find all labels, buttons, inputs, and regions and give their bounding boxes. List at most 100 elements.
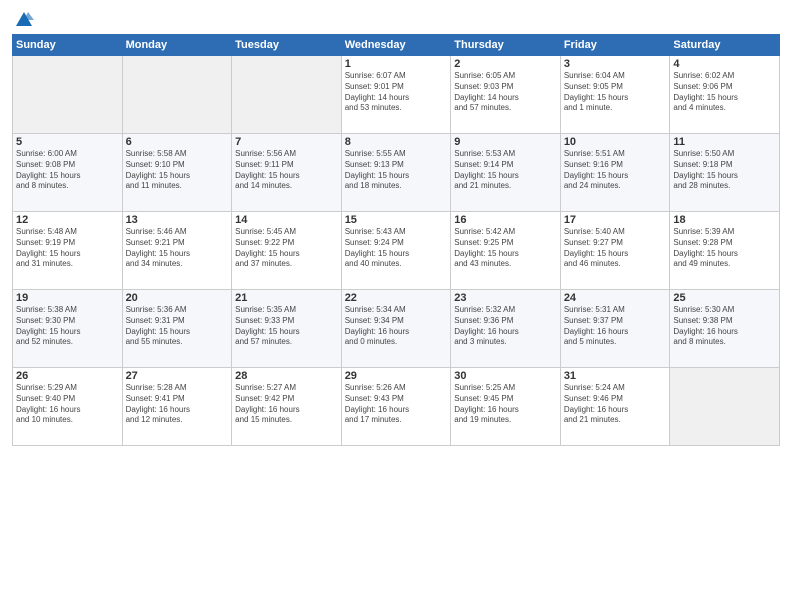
day-number: 15 xyxy=(345,214,448,226)
day-number: 26 xyxy=(16,370,119,382)
day-info: Sunrise: 5:51 AM Sunset: 9:16 PM Dayligh… xyxy=(564,149,667,192)
day-cell: 12Sunrise: 5:48 AM Sunset: 9:19 PM Dayli… xyxy=(13,212,123,290)
day-number: 5 xyxy=(16,136,119,148)
day-cell: 2Sunrise: 6:05 AM Sunset: 9:03 PM Daylig… xyxy=(451,56,561,134)
day-number: 8 xyxy=(345,136,448,148)
day-cell: 5Sunrise: 6:00 AM Sunset: 9:08 PM Daylig… xyxy=(13,134,123,212)
day-number: 29 xyxy=(345,370,448,382)
col-header-wednesday: Wednesday xyxy=(341,35,451,56)
day-number: 27 xyxy=(126,370,229,382)
day-cell: 7Sunrise: 5:56 AM Sunset: 9:11 PM Daylig… xyxy=(232,134,342,212)
day-cell: 18Sunrise: 5:39 AM Sunset: 9:28 PM Dayli… xyxy=(670,212,780,290)
day-number: 30 xyxy=(454,370,557,382)
day-info: Sunrise: 5:34 AM Sunset: 9:34 PM Dayligh… xyxy=(345,305,448,348)
day-cell xyxy=(122,56,232,134)
day-info: Sunrise: 5:29 AM Sunset: 9:40 PM Dayligh… xyxy=(16,383,119,426)
day-cell xyxy=(232,56,342,134)
day-info: Sunrise: 5:31 AM Sunset: 9:37 PM Dayligh… xyxy=(564,305,667,348)
day-info: Sunrise: 5:53 AM Sunset: 9:14 PM Dayligh… xyxy=(454,149,557,192)
col-header-tuesday: Tuesday xyxy=(232,35,342,56)
header-row: SundayMondayTuesdayWednesdayThursdayFrid… xyxy=(13,35,780,56)
day-number: 22 xyxy=(345,292,448,304)
logo-icon xyxy=(14,10,34,28)
day-info: Sunrise: 5:38 AM Sunset: 9:30 PM Dayligh… xyxy=(16,305,119,348)
day-cell: 16Sunrise: 5:42 AM Sunset: 9:25 PM Dayli… xyxy=(451,212,561,290)
day-info: Sunrise: 5:42 AM Sunset: 9:25 PM Dayligh… xyxy=(454,227,557,270)
day-cell: 9Sunrise: 5:53 AM Sunset: 9:14 PM Daylig… xyxy=(451,134,561,212)
week-row-5: 26Sunrise: 5:29 AM Sunset: 9:40 PM Dayli… xyxy=(13,368,780,446)
week-row-1: 1Sunrise: 6:07 AM Sunset: 9:01 PM Daylig… xyxy=(13,56,780,134)
day-number: 24 xyxy=(564,292,667,304)
day-number: 13 xyxy=(126,214,229,226)
day-number: 6 xyxy=(126,136,229,148)
day-cell: 20Sunrise: 5:36 AM Sunset: 9:31 PM Dayli… xyxy=(122,290,232,368)
day-number: 10 xyxy=(564,136,667,148)
day-number: 7 xyxy=(235,136,338,148)
page: SundayMondayTuesdayWednesdayThursdayFrid… xyxy=(0,0,792,612)
day-number: 3 xyxy=(564,58,667,70)
day-cell: 13Sunrise: 5:46 AM Sunset: 9:21 PM Dayli… xyxy=(122,212,232,290)
day-cell: 11Sunrise: 5:50 AM Sunset: 9:18 PM Dayli… xyxy=(670,134,780,212)
day-cell: 25Sunrise: 5:30 AM Sunset: 9:38 PM Dayli… xyxy=(670,290,780,368)
day-number: 1 xyxy=(345,58,448,70)
day-number: 21 xyxy=(235,292,338,304)
day-info: Sunrise: 5:43 AM Sunset: 9:24 PM Dayligh… xyxy=(345,227,448,270)
day-cell: 4Sunrise: 6:02 AM Sunset: 9:06 PM Daylig… xyxy=(670,56,780,134)
day-number: 19 xyxy=(16,292,119,304)
day-number: 14 xyxy=(235,214,338,226)
day-info: Sunrise: 5:26 AM Sunset: 9:43 PM Dayligh… xyxy=(345,383,448,426)
day-number: 17 xyxy=(564,214,667,226)
day-info: Sunrise: 5:58 AM Sunset: 9:10 PM Dayligh… xyxy=(126,149,229,192)
day-number: 12 xyxy=(16,214,119,226)
day-info: Sunrise: 5:24 AM Sunset: 9:46 PM Dayligh… xyxy=(564,383,667,426)
day-number: 23 xyxy=(454,292,557,304)
day-info: Sunrise: 5:25 AM Sunset: 9:45 PM Dayligh… xyxy=(454,383,557,426)
col-header-thursday: Thursday xyxy=(451,35,561,56)
day-number: 28 xyxy=(235,370,338,382)
week-row-4: 19Sunrise: 5:38 AM Sunset: 9:30 PM Dayli… xyxy=(13,290,780,368)
day-cell: 22Sunrise: 5:34 AM Sunset: 9:34 PM Dayli… xyxy=(341,290,451,368)
header xyxy=(12,10,780,28)
day-cell: 10Sunrise: 5:51 AM Sunset: 9:16 PM Dayli… xyxy=(560,134,670,212)
day-cell: 26Sunrise: 5:29 AM Sunset: 9:40 PM Dayli… xyxy=(13,368,123,446)
day-info: Sunrise: 5:40 AM Sunset: 9:27 PM Dayligh… xyxy=(564,227,667,270)
day-cell: 27Sunrise: 5:28 AM Sunset: 9:41 PM Dayli… xyxy=(122,368,232,446)
day-cell: 3Sunrise: 6:04 AM Sunset: 9:05 PM Daylig… xyxy=(560,56,670,134)
col-header-friday: Friday xyxy=(560,35,670,56)
day-cell xyxy=(13,56,123,134)
day-number: 31 xyxy=(564,370,667,382)
day-info: Sunrise: 5:45 AM Sunset: 9:22 PM Dayligh… xyxy=(235,227,338,270)
day-info: Sunrise: 5:48 AM Sunset: 9:19 PM Dayligh… xyxy=(16,227,119,270)
day-cell: 14Sunrise: 5:45 AM Sunset: 9:22 PM Dayli… xyxy=(232,212,342,290)
day-info: Sunrise: 5:55 AM Sunset: 9:13 PM Dayligh… xyxy=(345,149,448,192)
day-cell: 24Sunrise: 5:31 AM Sunset: 9:37 PM Dayli… xyxy=(560,290,670,368)
day-cell: 17Sunrise: 5:40 AM Sunset: 9:27 PM Dayli… xyxy=(560,212,670,290)
day-cell: 31Sunrise: 5:24 AM Sunset: 9:46 PM Dayli… xyxy=(560,368,670,446)
day-number: 25 xyxy=(673,292,776,304)
day-cell: 6Sunrise: 5:58 AM Sunset: 9:10 PM Daylig… xyxy=(122,134,232,212)
day-cell xyxy=(670,368,780,446)
day-info: Sunrise: 6:00 AM Sunset: 9:08 PM Dayligh… xyxy=(16,149,119,192)
day-cell: 28Sunrise: 5:27 AM Sunset: 9:42 PM Dayli… xyxy=(232,368,342,446)
col-header-saturday: Saturday xyxy=(670,35,780,56)
day-cell: 21Sunrise: 5:35 AM Sunset: 9:33 PM Dayli… xyxy=(232,290,342,368)
day-info: Sunrise: 5:39 AM Sunset: 9:28 PM Dayligh… xyxy=(673,227,776,270)
day-info: Sunrise: 6:07 AM Sunset: 9:01 PM Dayligh… xyxy=(345,71,448,114)
day-info: Sunrise: 5:35 AM Sunset: 9:33 PM Dayligh… xyxy=(235,305,338,348)
day-info: Sunrise: 5:56 AM Sunset: 9:11 PM Dayligh… xyxy=(235,149,338,192)
calendar-table: SundayMondayTuesdayWednesdayThursdayFrid… xyxy=(12,34,780,446)
day-number: 20 xyxy=(126,292,229,304)
day-cell: 8Sunrise: 5:55 AM Sunset: 9:13 PM Daylig… xyxy=(341,134,451,212)
day-number: 16 xyxy=(454,214,557,226)
day-info: Sunrise: 5:46 AM Sunset: 9:21 PM Dayligh… xyxy=(126,227,229,270)
day-info: Sunrise: 5:27 AM Sunset: 9:42 PM Dayligh… xyxy=(235,383,338,426)
day-cell: 29Sunrise: 5:26 AM Sunset: 9:43 PM Dayli… xyxy=(341,368,451,446)
day-cell: 15Sunrise: 5:43 AM Sunset: 9:24 PM Dayli… xyxy=(341,212,451,290)
col-header-sunday: Sunday xyxy=(13,35,123,56)
day-info: Sunrise: 6:04 AM Sunset: 9:05 PM Dayligh… xyxy=(564,71,667,114)
day-info: Sunrise: 6:02 AM Sunset: 9:06 PM Dayligh… xyxy=(673,71,776,114)
col-header-monday: Monday xyxy=(122,35,232,56)
day-info: Sunrise: 6:05 AM Sunset: 9:03 PM Dayligh… xyxy=(454,71,557,114)
day-number: 11 xyxy=(673,136,776,148)
day-cell: 23Sunrise: 5:32 AM Sunset: 9:36 PM Dayli… xyxy=(451,290,561,368)
